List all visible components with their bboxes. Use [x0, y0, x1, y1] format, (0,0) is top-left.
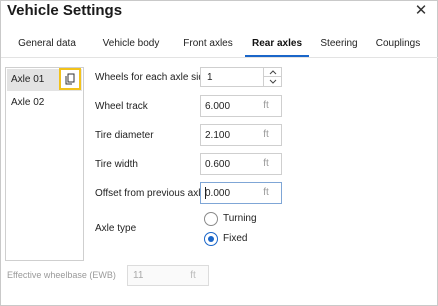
decrement-button[interactable]	[264, 77, 281, 86]
tab-divider	[1, 57, 438, 58]
wheel-track-value: 6.000	[205, 101, 231, 112]
ewb-field: 11 ft	[127, 265, 209, 286]
tire-diameter-label: Tire diameter	[95, 130, 154, 141]
axle-list: Axle 01 Axle 02	[5, 67, 84, 261]
dialog-title: Vehicle Settings	[7, 2, 123, 19]
close-icon[interactable]: ✕	[413, 3, 429, 19]
tire-width-label: Tire width	[95, 159, 138, 170]
ewb-label: Effective wheelbase (EWB)	[7, 270, 116, 280]
radio-turning-label: Turning	[223, 213, 257, 224]
tire-diameter-unit: ft	[263, 129, 269, 140]
increment-button[interactable]	[264, 68, 281, 77]
tire-width-unit: ft	[263, 158, 269, 169]
tab-bar: General data Vehicle body Front axles Re…	[1, 35, 438, 57]
ewb-unit: ft	[190, 270, 196, 281]
copy-axle-button[interactable]	[59, 68, 81, 90]
offset-unit: ft	[263, 187, 269, 198]
wheels-value: 1	[207, 72, 213, 83]
wheel-track-label: Wheel track	[95, 101, 148, 112]
radio-fixed-label: Fixed	[223, 233, 248, 244]
tab-steering[interactable]: Steering	[318, 35, 360, 57]
wheels-label: Wheels for each axle side	[95, 72, 210, 83]
tire-diameter-value: 2.100	[205, 130, 231, 141]
wheels-stepper[interactable]: 1	[200, 67, 282, 87]
chevron-down-icon	[269, 79, 277, 84]
radio-fixed[interactable]	[204, 232, 218, 246]
tire-diameter-field[interactable]: 2.100 ft	[200, 124, 282, 146]
wheel-track-field[interactable]: 6.000 ft	[200, 95, 282, 117]
spin-buttons	[263, 68, 281, 86]
vehicle-settings-dialog: Vehicle Settings ✕ General data Vehicle …	[0, 0, 438, 306]
offset-value: 0.000	[205, 188, 231, 199]
axle-type-label: Axle type	[95, 223, 137, 234]
offset-label: Offset from previous axle	[95, 188, 206, 199]
copy-icon	[65, 73, 75, 85]
list-item-axle-02[interactable]: Axle 02	[7, 92, 82, 114]
chevron-up-icon	[269, 70, 277, 75]
tire-width-value: 0.600	[205, 159, 231, 170]
radio-turning[interactable]	[204, 212, 218, 226]
tab-couplings[interactable]: Couplings	[374, 35, 422, 57]
wheel-track-unit: ft	[263, 100, 269, 111]
tire-width-field[interactable]: 0.600 ft	[200, 153, 282, 175]
tab-general-data[interactable]: General data	[15, 35, 79, 57]
tab-rear-axles[interactable]: Rear axles	[245, 35, 309, 57]
tab-front-axles[interactable]: Front axles	[180, 35, 236, 57]
offset-field[interactable]: 0.000 ft	[200, 182, 282, 204]
ewb-value: 11	[133, 270, 144, 281]
tab-vehicle-body[interactable]: Vehicle body	[98, 35, 164, 57]
